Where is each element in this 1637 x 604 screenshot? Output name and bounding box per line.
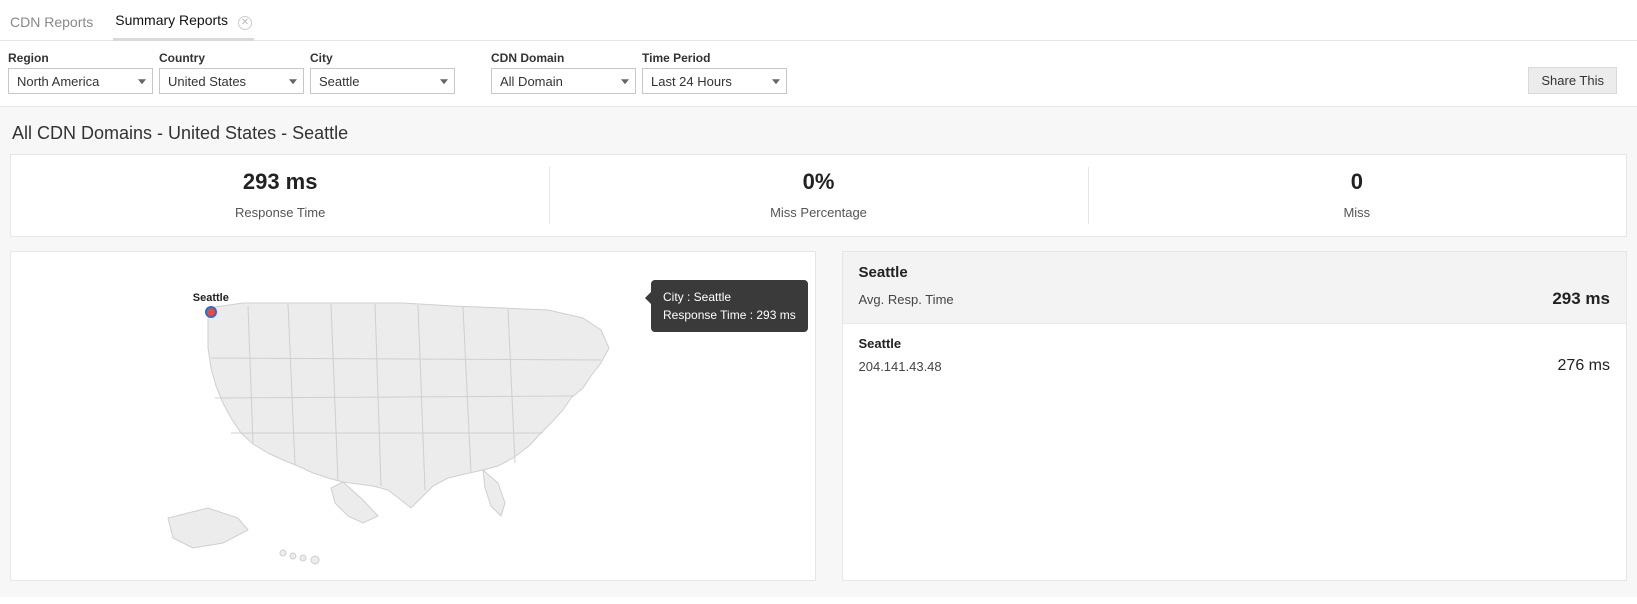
node-row-title: Seattle (859, 336, 1611, 351)
select-cdn-domain[interactable]: All Domain (491, 68, 636, 94)
stat-miss: 0 Miss (1088, 155, 1626, 236)
select-region[interactable]: North America (8, 68, 153, 94)
stats-row: 293 ms Response Time 0% Miss Percentage … (10, 154, 1627, 237)
filter-country: Country United States (159, 51, 304, 94)
filter-city-label: City (310, 51, 455, 65)
tab-summary-reports-label: Summary Reports (115, 12, 228, 28)
stat-response-time: 293 ms Response Time (11, 155, 549, 236)
two-column-layout: Seattle City : Seattle Response Time : 2… (10, 251, 1627, 581)
select-country[interactable]: United States (159, 68, 304, 94)
city-details-city: Seattle (859, 264, 1611, 281)
content-area: All CDN Domains - United States - Seattl… (0, 107, 1637, 597)
stat-response-time-label: Response Time (11, 205, 549, 220)
us-map[interactable]: Seattle (153, 268, 673, 568)
filter-time-period-label: Time Period (642, 51, 787, 65)
us-map-svg (153, 268, 673, 568)
page-title: All CDN Domains - United States - Seattl… (10, 123, 1627, 144)
avg-resp-value: 293 ms (1552, 289, 1610, 309)
filter-cdn-domain: CDN Domain All Domain (491, 51, 636, 94)
city-details-panel: Seattle Avg. Resp. Time 293 ms Seattle 2… (842, 251, 1628, 581)
select-country-value: United States (168, 74, 246, 89)
chevron-down-icon (440, 79, 448, 84)
tab-summary-reports[interactable]: Summary Reports ✕ (113, 6, 254, 41)
node-row: Seattle 204.141.43.48 276 ms (843, 324, 1627, 387)
chevron-down-icon (621, 79, 629, 84)
map-city-marker[interactable]: Seattle (193, 292, 229, 318)
stat-miss-percentage: 0% Miss Percentage (549, 155, 1087, 236)
select-time-period-value: Last 24 Hours (651, 74, 732, 89)
avg-resp-label: Avg. Resp. Time (859, 292, 954, 307)
select-time-period[interactable]: Last 24 Hours (642, 68, 787, 94)
map-tooltip: City : Seattle Response Time : 293 ms (651, 280, 808, 332)
node-row-value: 276 ms (1558, 357, 1610, 375)
close-icon[interactable]: ✕ (238, 16, 252, 30)
filters-bar: Region North America Country United Stat… (0, 41, 1637, 107)
city-details-header: Seattle Avg. Resp. Time 293 ms (843, 252, 1627, 324)
tab-cdn-reports[interactable]: CDN Reports (8, 8, 95, 38)
filter-country-label: Country (159, 51, 304, 65)
tabs-bar: CDN Reports Summary Reports ✕ (0, 0, 1637, 41)
select-city-value: Seattle (319, 74, 359, 89)
chevron-down-icon (772, 79, 780, 84)
map-tooltip-line1: City : Seattle (663, 288, 796, 306)
filter-region-label: Region (8, 51, 153, 65)
filter-region: Region North America (8, 51, 153, 94)
filter-cdn-domain-label: CDN Domain (491, 51, 636, 65)
stat-miss-percentage-value: 0% (549, 169, 1087, 195)
stat-miss-percentage-label: Miss Percentage (549, 205, 1087, 220)
node-row-ip: 204.141.43.48 (859, 359, 942, 374)
chevron-down-icon (289, 79, 297, 84)
select-region-value: North America (17, 74, 99, 89)
select-city[interactable]: Seattle (310, 68, 455, 94)
chevron-down-icon (138, 79, 146, 84)
stat-response-time-value: 293 ms (11, 169, 549, 195)
stat-miss-value: 0 (1088, 169, 1626, 195)
filter-city: City Seattle (310, 51, 455, 94)
share-button[interactable]: Share This (1528, 67, 1617, 94)
map-tooltip-line2: Response Time : 293 ms (663, 306, 796, 324)
map-panel: Seattle City : Seattle Response Time : 2… (10, 251, 816, 581)
select-cdn-domain-value: All Domain (500, 74, 563, 89)
filter-time-period: Time Period Last 24 Hours (642, 51, 787, 94)
stat-miss-label: Miss (1088, 205, 1626, 220)
map-marker-icon (205, 306, 217, 318)
map-city-label: Seattle (193, 292, 229, 304)
